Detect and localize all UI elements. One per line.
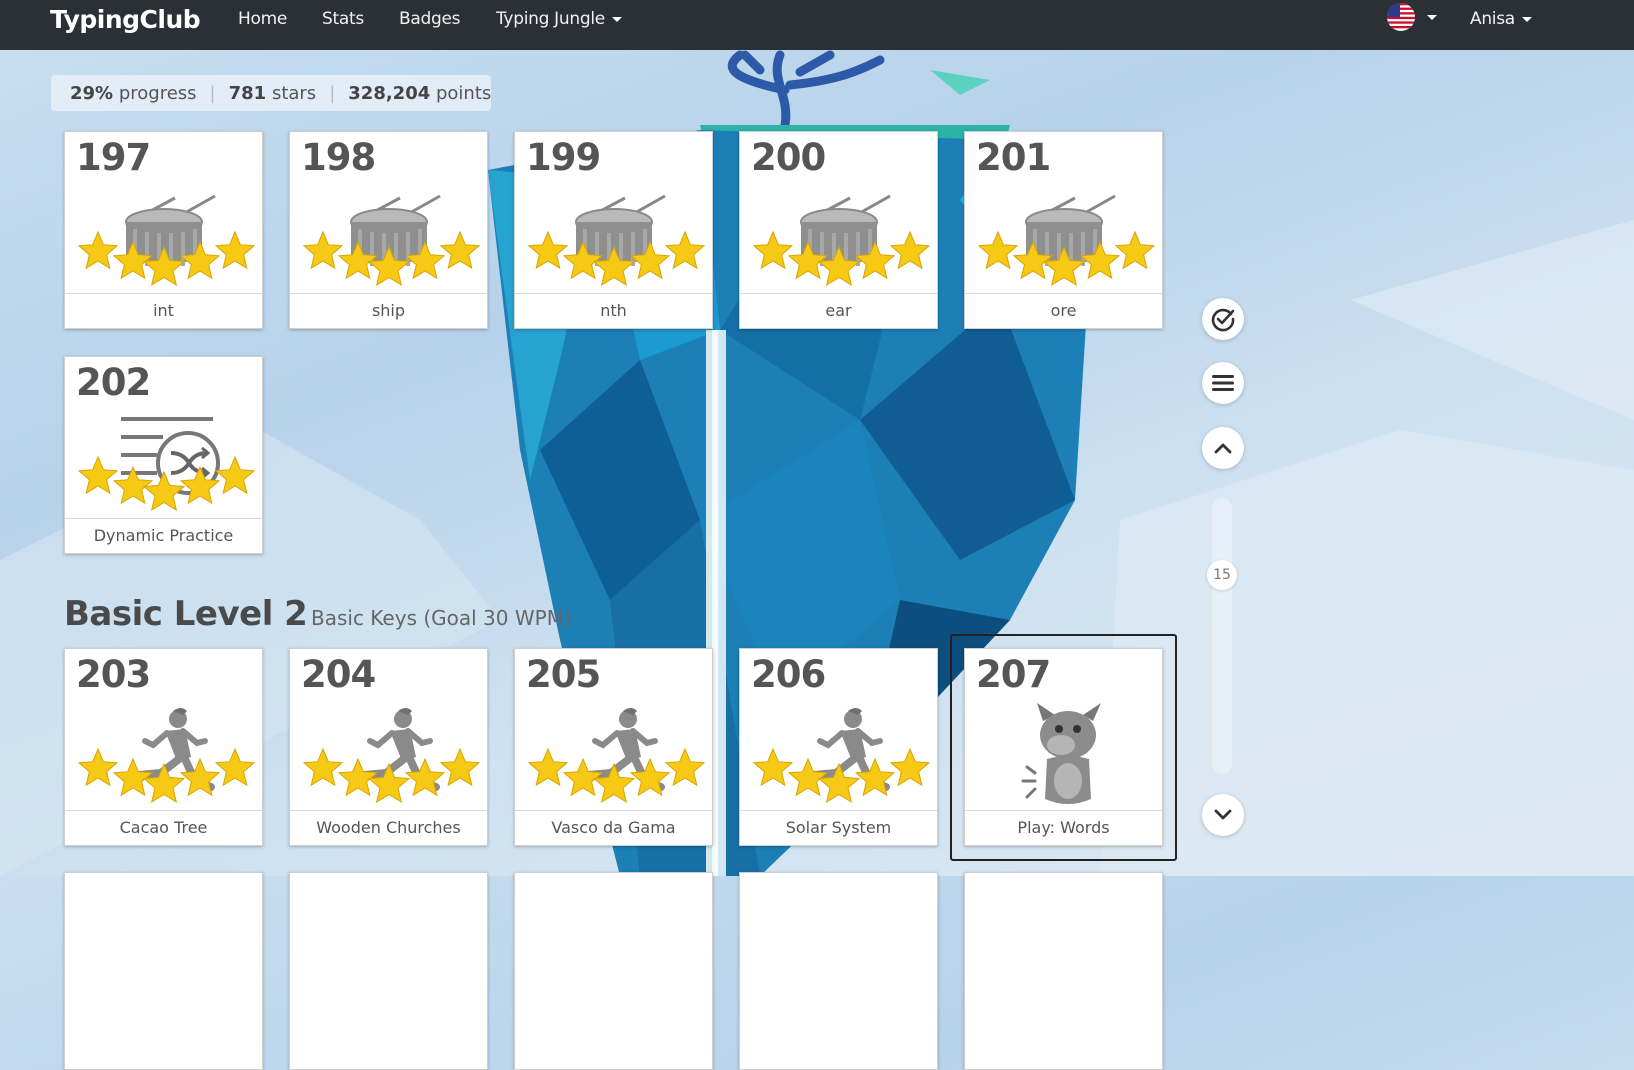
lesson-label: Cacao Tree xyxy=(65,810,262,845)
runner-icon-graphic xyxy=(77,708,256,804)
language-chevron-down-icon[interactable] xyxy=(1427,15,1437,20)
lesson-card-201[interactable]: 201 ore xyxy=(964,131,1163,329)
chevron-down-icon xyxy=(1214,809,1232,820)
brand-logo[interactable]: TypingClub xyxy=(50,5,201,34)
lesson-number: 207 xyxy=(976,653,1051,696)
check-circle-icon xyxy=(1211,308,1235,332)
lesson-card-next[interactable] xyxy=(289,872,488,1070)
runner-icon-graphic xyxy=(527,708,706,804)
lesson-label: ear xyxy=(740,293,937,328)
lesson-label: int xyxy=(65,293,262,328)
lesson-label: Vasco da Gama xyxy=(515,810,712,845)
lesson-label: Dynamic Practice xyxy=(65,518,262,553)
drum-icon xyxy=(515,184,714,294)
lesson-number: 204 xyxy=(301,653,376,696)
drum-icon xyxy=(965,184,1164,294)
scroll-up-button[interactable] xyxy=(1202,427,1244,469)
monster-icon-graphic xyxy=(1021,703,1101,804)
lesson-number: 203 xyxy=(76,653,151,696)
nav-typing-jungle-label: Typing Jungle xyxy=(496,9,605,29)
menu-button[interactable] xyxy=(1202,362,1244,404)
chevron-down-icon xyxy=(611,16,622,22)
points-count: 328,204 xyxy=(348,82,431,104)
progress-percent: 29% xyxy=(70,82,114,104)
lesson-number: 200 xyxy=(751,136,826,179)
drum-icon-graphic xyxy=(527,194,706,287)
lesson-card-203[interactable]: 203 Cacao Tree xyxy=(64,648,263,846)
runner-icon xyxy=(515,701,714,811)
lesson-label: ship xyxy=(290,293,487,328)
lesson-label: Solar System xyxy=(740,810,937,845)
nav-badges[interactable]: Badges xyxy=(399,9,460,29)
lesson-label: ore xyxy=(965,293,1162,328)
stars-label: stars xyxy=(271,82,317,104)
runner-icon xyxy=(65,701,264,811)
runner-icon-graphic xyxy=(302,708,481,804)
progress-percent-label: progress xyxy=(118,82,197,104)
lesson-card-next[interactable] xyxy=(964,872,1163,1070)
lesson-number: 198 xyxy=(301,136,376,179)
drum-icon-graphic xyxy=(977,194,1156,287)
lesson-card-198[interactable]: 198 ship xyxy=(289,131,488,329)
chevron-up-icon xyxy=(1214,443,1232,454)
drum-icon xyxy=(740,184,939,294)
five-stars-rating xyxy=(752,747,931,804)
top-navbar: TypingClub Home Stats Badges Typing Jung… xyxy=(0,0,1634,50)
lesson-number: 205 xyxy=(526,653,601,696)
five-stars-rating xyxy=(77,747,256,804)
points-label: points xyxy=(435,82,492,104)
runner-icon xyxy=(290,701,489,811)
chevron-down-icon xyxy=(1521,16,1532,22)
five-stars-rating xyxy=(302,747,481,804)
stars-count: 781 xyxy=(228,82,267,104)
nav-home[interactable]: Home xyxy=(238,9,287,29)
lesson-card-204[interactable]: 204 Wooden Churches xyxy=(289,648,488,846)
drum-icon-graphic xyxy=(77,194,256,287)
progress-summary: 29% progress | 781 stars | 328,204 point… xyxy=(51,75,491,111)
user-name: Anisa xyxy=(1470,9,1515,29)
lesson-number: 201 xyxy=(976,136,1051,179)
level-title: Basic Level 2 xyxy=(64,594,308,634)
nav-stats[interactable]: Stats xyxy=(322,9,364,29)
scroll-down-button[interactable] xyxy=(1202,794,1244,836)
divider: | xyxy=(209,82,216,104)
drum-icon-graphic xyxy=(302,194,481,287)
lesson-card-199[interactable]: 199 nth xyxy=(514,131,713,329)
drum-icon xyxy=(290,184,489,294)
nav-typing-jungle[interactable]: Typing Jungle xyxy=(496,9,622,29)
user-menu[interactable]: Anisa xyxy=(1470,9,1532,29)
lesson-card-202[interactable]: 202 Dynamic Practice xyxy=(64,356,263,554)
lesson-number: 206 xyxy=(751,653,826,696)
shuffle-list-icon xyxy=(65,409,264,519)
drum-icon xyxy=(65,184,264,294)
lesson-label: Wooden Churches xyxy=(290,810,487,845)
divider: | xyxy=(329,82,336,104)
lesson-number: 197 xyxy=(76,136,151,179)
scroll-position-indicator[interactable]: 15 xyxy=(1207,560,1237,590)
lesson-card-next[interactable] xyxy=(64,872,263,1070)
drum-icon-graphic xyxy=(752,194,931,287)
monster-icon xyxy=(965,701,1164,811)
runner-icon xyxy=(740,701,939,811)
lesson-number: 199 xyxy=(526,136,601,179)
lesson-card-200[interactable]: 200 ear xyxy=(739,131,938,329)
five-stars-rating xyxy=(527,747,706,804)
lesson-card-next[interactable] xyxy=(739,872,938,1070)
shuffle-list-icon-graphic xyxy=(77,417,256,512)
lesson-label: nth xyxy=(515,293,712,328)
us-flag-icon[interactable] xyxy=(1387,3,1415,31)
lesson-scroll-track[interactable] xyxy=(1212,498,1232,774)
lesson-card-next[interactable] xyxy=(514,872,713,1070)
lesson-card-206[interactable]: 206 Solar System xyxy=(739,648,938,846)
lesson-card-205[interactable]: 205 Vasco da Gama xyxy=(514,648,713,846)
lesson-card-207[interactable]: 207 Play: Words xyxy=(964,648,1163,846)
level-subtitle: Basic Keys (Goal 30 WPM) xyxy=(311,606,572,630)
hamburger-menu-icon xyxy=(1212,375,1234,391)
runner-icon-graphic xyxy=(752,708,931,804)
check-progress-button[interactable] xyxy=(1202,298,1244,340)
lesson-card-197[interactable]: 197 int xyxy=(64,131,263,329)
lesson-number: 202 xyxy=(76,361,151,404)
lesson-label: Play: Words xyxy=(965,810,1162,845)
